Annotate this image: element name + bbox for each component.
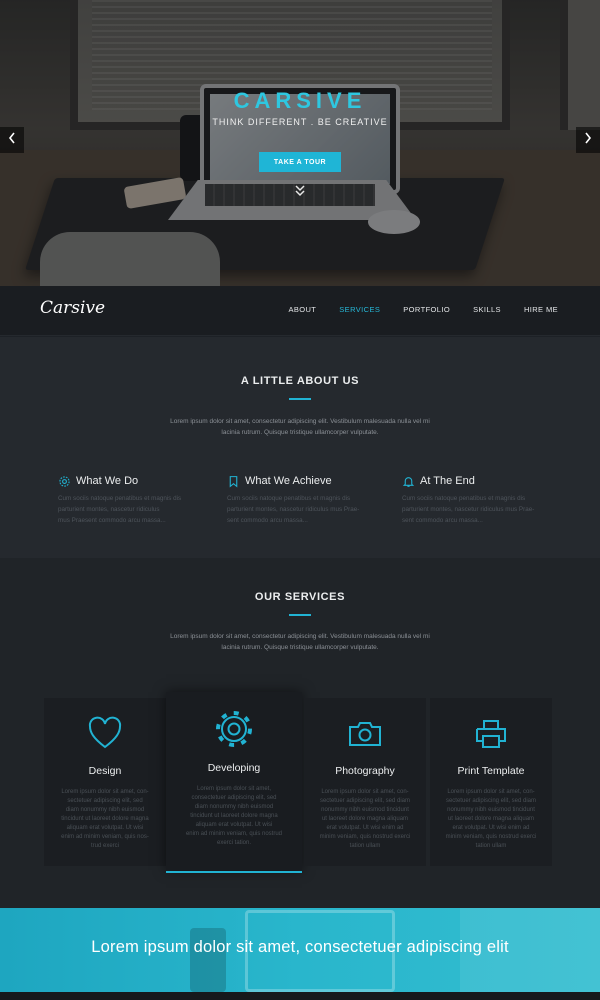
double-chevron-down-icon[interactable]: [292, 184, 308, 198]
service-description: Lorem ipsum dolor sit amet, con-sectetue…: [319, 789, 411, 849]
services-section: OUR SERVICES Lorem ipsum dolor sit amet,…: [0, 558, 600, 908]
about-section: A LITTLE ABOUT US Lorem ipsum dolor sit …: [0, 337, 600, 558]
footer-strip: [0, 992, 600, 1000]
slider-next-button[interactable]: [576, 127, 600, 153]
site-logo[interactable]: Carsive: [40, 298, 105, 318]
service-description: Lorem ipsum dolor sit amet, con-sectetue…: [61, 789, 149, 849]
service-description: Lorem ipsum dolor sit amet, consectetuer …: [185, 786, 283, 846]
service-name: Photography: [335, 765, 395, 777]
services-intro-line: Lorem ipsum dolor sit amet, consectetur …: [170, 633, 430, 640]
hero-tagline: THINK DIFFERENT . BE CREATIVE: [212, 117, 388, 127]
printer-icon: [430, 718, 552, 750]
banner-text: Lorem ipsum dolor sit amet, consectetuer…: [91, 938, 509, 956]
service-card-print-template[interactable]: Print Template Lorem ipsum dolor sit ame…: [430, 698, 552, 866]
feature-description: Cum sociis natoque penatibus et magnis d…: [402, 495, 535, 524]
feature-what-we-do: What We Do Cum sociis natoque penatibus …: [58, 474, 208, 526]
nav-menu: ABOUT SERVICES PORTFOLIO SKILLS HIRE ME: [288, 286, 600, 332]
nav-item-hire-me[interactable]: HIRE ME: [524, 305, 558, 314]
service-card-developing[interactable]: Developing Lorem ipsum dolor sit amet, co…: [166, 692, 302, 873]
services-intro-line: lacinia rutrum. Quisque tristique ullamc…: [221, 644, 379, 651]
slider-prev-button[interactable]: [0, 127, 24, 153]
about-intro-line: Lorem ipsum dolor sit amet, consectetur …: [170, 418, 430, 425]
service-card-design[interactable]: Design Lorem ipsum dolor sit amet, con-s…: [44, 698, 166, 866]
gear-icon: [59, 475, 70, 487]
about-title: A LITTLE ABOUT US: [240, 375, 360, 387]
heart-icon: [44, 716, 166, 750]
feature-title: What We Achieve: [245, 475, 332, 487]
about-intro-line: lacinia rutrum. Quisque tristique ullamc…: [221, 429, 379, 436]
feature-description: Cum sociis natoque penatibus et magnis d…: [227, 495, 360, 524]
service-name: Print Template: [457, 765, 525, 777]
nav-item-portfolio[interactable]: PORTFOLIO: [403, 305, 450, 314]
hero-brand-title: CARSIVE: [233, 88, 367, 113]
service-name: Developing: [207, 762, 261, 774]
nav-item-about[interactable]: ABOUT: [288, 305, 316, 314]
feature-what-we-achieve: What We Achieve Cum sociis natoque penat…: [227, 474, 377, 526]
services-intro: Lorem ipsum dolor sit amet, consectetur …: [150, 631, 450, 653]
camera-icon: [304, 720, 426, 748]
service-description: Lorem ipsum dolor sit amet, con-sectetue…: [445, 789, 537, 849]
gear-icon: [166, 710, 302, 748]
services-title: OUR SERVICES: [254, 591, 346, 603]
main-navbar: Carsive ABOUT SERVICES PORTFOLIO SKILLS …: [0, 286, 600, 336]
about-intro: Lorem ipsum dolor sit amet, consectetur …: [150, 416, 450, 438]
chevron-left-icon: [7, 131, 17, 150]
feature-title: What We Do: [76, 475, 139, 487]
nav-item-skills[interactable]: SKILLS: [473, 305, 501, 314]
hero-overlay: [0, 0, 600, 286]
service-name: Design: [88, 765, 122, 777]
service-card-photography[interactable]: Photography Lorem ipsum dolor sit amet, …: [304, 698, 426, 866]
take-a-tour-button[interactable]: TAKE A TOUR: [259, 152, 341, 172]
active-card-indicator: [166, 871, 302, 873]
bookmark-icon: [229, 475, 238, 488]
services-title-divider: [289, 614, 311, 616]
feature-at-the-end: At The End Cum sociis natoque penatibus …: [402, 474, 552, 526]
chevron-right-icon: [583, 131, 593, 150]
feature-title: At The End: [420, 475, 475, 487]
about-title-divider: [289, 398, 311, 400]
hero-section: CARSIVE THINK DIFFERENT . BE CREATIVE TA…: [0, 0, 600, 286]
feature-description: Cum sociis natoque penatibus et magnis d…: [58, 495, 182, 524]
nav-item-services[interactable]: SERVICES: [339, 305, 380, 314]
bell-icon: [402, 476, 415, 487]
quote-banner: Lorem ipsum dolor sit amet, consectetuer…: [0, 908, 600, 992]
